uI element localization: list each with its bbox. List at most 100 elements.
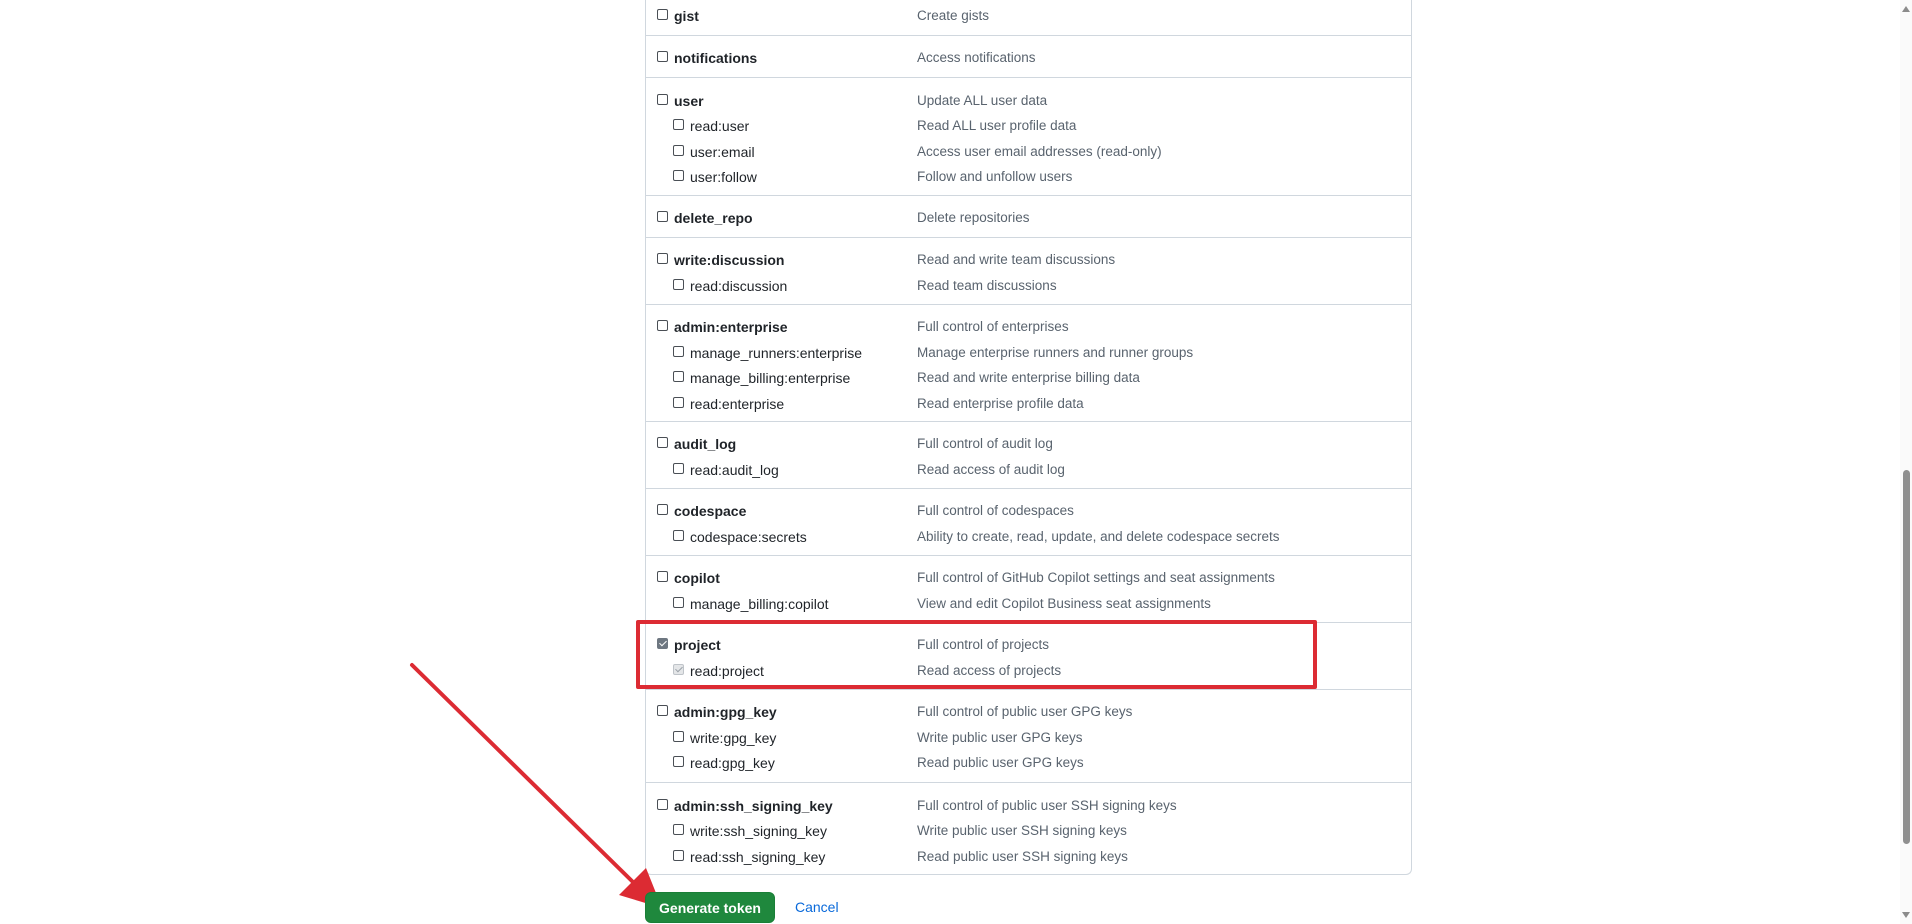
scope-description: Full control of audit log <box>917 436 1053 451</box>
scope-group-gist: gist Create gists <box>646 0 1411 36</box>
scope-name: gist <box>674 8 699 24</box>
scope-description: Read enterprise profile data <box>917 396 1084 411</box>
scrollbar[interactable] <box>1900 0 1912 924</box>
scope-description: Manage enterprise runners and runner gro… <box>917 345 1194 360</box>
scope-name: read:audit_log <box>690 462 779 478</box>
scope-checkbox[interactable] <box>673 145 684 156</box>
scope-row: admin:ssh_signing_key Full control of pu… <box>646 795 1411 817</box>
scope-row: copilot Full control of GitHub Copilot s… <box>646 567 1411 589</box>
scope-name: read:enterprise <box>690 396 785 412</box>
scope-name: codespace <box>674 503 747 519</box>
scope-row: read:user Read ALL user profile data <box>646 115 1411 137</box>
scope-row: read:gpg_key Read public user GPG keys <box>646 752 1411 774</box>
scope-checkbox[interactable] <box>673 597 684 608</box>
scope-checkbox[interactable] <box>673 731 684 742</box>
scope-description: Delete repositories <box>917 210 1030 225</box>
scope-row: admin:gpg_key Full control of public use… <box>646 701 1411 723</box>
scope-checkbox[interactable] <box>673 119 684 130</box>
read-project-checkbox[interactable] <box>673 664 684 675</box>
scope-description: Full control of public user SSH signing … <box>917 798 1177 813</box>
scrollbar-thumb[interactable] <box>1903 470 1910 844</box>
scope-group-gpg-key: admin:gpg_key Full control of public use… <box>646 690 1411 783</box>
scope-checkbox[interactable] <box>673 756 684 767</box>
scope-checkbox[interactable] <box>657 9 668 20</box>
scope-checkbox[interactable] <box>673 170 684 181</box>
scope-checkbox[interactable] <box>657 253 668 264</box>
scope-row: notifications Access notifications <box>646 47 1411 69</box>
scope-name: read:user <box>690 118 750 134</box>
scope-group-discussion: write:discussion Read and write team dis… <box>646 238 1411 305</box>
scope-checkbox[interactable] <box>657 94 668 105</box>
scope-description: Read team discussions <box>917 278 1057 293</box>
scope-group-project: project Full control of projects read:pr… <box>646 623 1411 690</box>
scope-checkbox[interactable] <box>673 850 684 861</box>
scope-description: Write public user SSH signing keys <box>917 823 1127 838</box>
scope-checkbox[interactable] <box>657 705 668 716</box>
scope-row: read:enterprise Read enterprise profile … <box>646 393 1411 415</box>
scope-checkbox[interactable] <box>673 530 684 541</box>
scope-row: read:project Read access of projects <box>646 660 1411 682</box>
scope-name: write:gpg_key <box>690 730 777 746</box>
scope-description: Full control of public user GPG keys <box>917 704 1133 719</box>
cancel-link[interactable]: Cancel <box>795 899 839 915</box>
project-checkbox[interactable] <box>657 638 668 649</box>
scope-checkbox[interactable] <box>657 320 668 331</box>
scroll-down-icon[interactable] <box>1902 912 1910 918</box>
scope-description: Read public user GPG keys <box>917 755 1084 770</box>
scope-checkbox[interactable] <box>657 504 668 515</box>
scope-checkbox[interactable] <box>657 799 668 810</box>
scope-checkbox[interactable] <box>673 279 684 290</box>
scope-group-audit-log: audit_log Full control of audit log read… <box>646 422 1411 489</box>
scope-description: Read public user SSH signing keys <box>917 849 1128 864</box>
scope-description: Access notifications <box>917 50 1036 65</box>
scope-name: audit_log <box>674 436 737 452</box>
scope-row: read:ssh_signing_key Read public user SS… <box>646 846 1411 868</box>
scope-group-enterprise: admin:enterprise Full control of enterpr… <box>646 305 1411 422</box>
scope-description: Follow and unfollow users <box>917 169 1073 184</box>
scope-checkbox[interactable] <box>657 437 668 448</box>
scope-checkbox[interactable] <box>673 371 684 382</box>
scroll-up-icon[interactable] <box>1902 6 1910 12</box>
scope-name: codespace:secrets <box>690 529 807 545</box>
scope-name: write:discussion <box>674 252 785 268</box>
scope-checkbox[interactable] <box>657 571 668 582</box>
scope-row: write:ssh_signing_key Write public user … <box>646 820 1411 842</box>
scope-group-ssh-signing-key: admin:ssh_signing_key Full control of pu… <box>646 783 1411 875</box>
scope-name: delete_repo <box>674 210 753 226</box>
scope-row: read:discussion Read team discussions <box>646 275 1411 297</box>
generate-token-button[interactable]: Generate token <box>645 892 775 923</box>
scope-description: Full control of codespaces <box>917 503 1074 518</box>
scope-checkbox[interactable] <box>673 824 684 835</box>
scope-name: write:ssh_signing_key <box>690 823 827 839</box>
scope-description: Read access of projects <box>917 663 1062 678</box>
scope-name: copilot <box>674 570 720 586</box>
scope-row: write:gpg_key Write public user GPG keys <box>646 727 1411 749</box>
scope-description: Write public user GPG keys <box>917 730 1083 745</box>
scope-name: manage_runners:enterprise <box>690 345 862 361</box>
scope-row: read:audit_log Read access of audit log <box>646 459 1411 481</box>
scope-description: Full control of projects <box>917 637 1050 652</box>
scope-row: write:discussion Read and write team dis… <box>646 249 1411 271</box>
scope-description: Ability to create, read, update, and del… <box>917 529 1280 544</box>
scope-group-copilot: copilot Full control of GitHub Copilot s… <box>646 556 1411 623</box>
scope-description: Full control of enterprises <box>917 319 1069 334</box>
scope-row: admin:enterprise Full control of enterpr… <box>646 316 1411 338</box>
scope-name: user:email <box>690 144 755 160</box>
scope-name: user <box>674 93 704 109</box>
scope-checkbox[interactable] <box>657 211 668 222</box>
scope-row: manage_runners:enterprise Manage enterpr… <box>646 342 1411 364</box>
scope-checkbox[interactable] <box>657 51 668 62</box>
scope-name: notifications <box>674 50 758 66</box>
scope-row: gist Create gists <box>646 5 1411 27</box>
scopes-table: gist Create gists notifications Access n… <box>645 0 1412 875</box>
scope-checkbox[interactable] <box>673 346 684 357</box>
scope-name: admin:gpg_key <box>674 704 777 720</box>
scope-row: user Update ALL user data <box>646 90 1411 112</box>
scope-checkbox[interactable] <box>673 397 684 408</box>
scope-checkbox[interactable] <box>673 463 684 474</box>
scope-name: manage_billing:enterprise <box>690 370 851 386</box>
scope-row: manage_billing:enterprise Read and write… <box>646 367 1411 389</box>
scope-row: manage_billing:copilot View and edit Cop… <box>646 593 1411 615</box>
scope-row: user:email Access user email addresses (… <box>646 141 1411 163</box>
scope-group-codespace: codespace Full control of codespaces cod… <box>646 489 1411 556</box>
